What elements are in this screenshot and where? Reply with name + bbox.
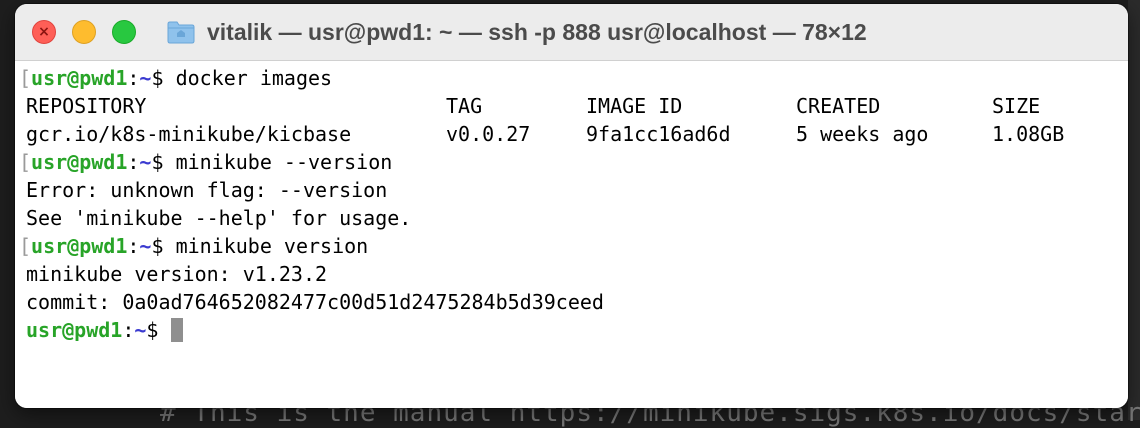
close-button[interactable]: × [32,20,56,44]
command-text: minikube version [175,234,369,258]
prompt-colon: : [127,234,140,258]
prompt-path: ~ [139,234,152,258]
close-icon: × [38,24,50,40]
prompt-path: ~ [134,318,147,342]
terminal-line: [usr@pwd1:~$ docker images [19,64,1064,92]
minimize-button[interactable] [72,20,96,44]
command-text: minikube --version [175,150,393,174]
prompt-colon: : [127,150,140,174]
terminal-content[interactable]: [usr@pwd1:~$ docker images REPOSITORY TAG… [15,61,1128,408]
prompt-user-host: usr@pwd1 [31,234,128,258]
prompt-user-host: usr@pwd1 [26,318,123,342]
help-output: See 'minikube --help' for usage. [26,206,412,230]
terminal-line: [usr@pwd1:~$ minikube version [19,232,1064,260]
prompt-symbol: $ [151,150,176,174]
line-bracket: [ [19,66,32,90]
line-bracket: [ [19,150,32,174]
column-header-tag: TAG [446,94,483,118]
scrollbar[interactable] [1118,61,1128,408]
cell-size: 1.08GB [992,122,1065,146]
prompt-colon: : [127,66,140,90]
column-header-created: CREATED [796,94,881,118]
version-output: minikube version: v1.23.2 [26,262,328,286]
terminal-window[interactable]: × vitalik — usr@pwd1: ~ — ssh -p 888 usr… [15,4,1128,408]
window-title: vitalik — usr@pwd1: ~ — ssh -p 888 usr@l… [207,18,867,45]
prompt-path: ~ [139,150,152,174]
commit-output: commit: 0a0ad764652082477c00d51d2475284b… [26,290,604,314]
background-window-edge [1128,0,1140,420]
table-row: gcr.io/k8s-minikube/kicbase v0.0.27 9fa1cc… [26,120,1064,148]
prompt-symbol: $ [151,66,176,90]
cell-repository: gcr.io/k8s-minikube/kicbase [26,122,352,146]
cell-image-id: 9fa1cc16ad6d [586,122,731,146]
column-header-image-id: IMAGE ID [586,94,683,118]
terminal-line: [usr@pwd1:~$ minikube --version [19,148,1064,176]
table-header-row: REPOSITORY TAG IMAGE ID CREATED SIZE [26,92,1064,120]
text-cursor [170,318,183,342]
prompt-user-host: usr@pwd1 [31,66,128,90]
line-bracket: [ [19,234,32,258]
home-folder-icon [167,21,195,44]
cell-created: 5 weeks ago [796,122,929,146]
maximize-button[interactable] [112,20,136,44]
prompt-path: ~ [139,66,152,90]
error-output: Error: unknown flag: --version [26,178,388,202]
prompt-user-host: usr@pwd1 [31,150,128,174]
active-prompt-line[interactable]: usr@pwd1:~$ [26,316,1064,344]
prompt-symbol: $ [146,318,171,342]
title-bar[interactable]: × vitalik — usr@pwd1: ~ — ssh -p 888 usr… [15,4,1128,61]
column-header-repository: REPOSITORY [26,94,147,118]
prompt-colon: : [122,318,135,342]
column-header-size: SIZE [992,94,1041,118]
window-title-area: vitalik — usr@pwd1: ~ — ssh -p 888 usr@l… [167,16,867,48]
cell-tag: v0.0.27 [446,122,531,146]
command-text: docker images [175,66,333,90]
prompt-symbol: $ [151,234,176,258]
